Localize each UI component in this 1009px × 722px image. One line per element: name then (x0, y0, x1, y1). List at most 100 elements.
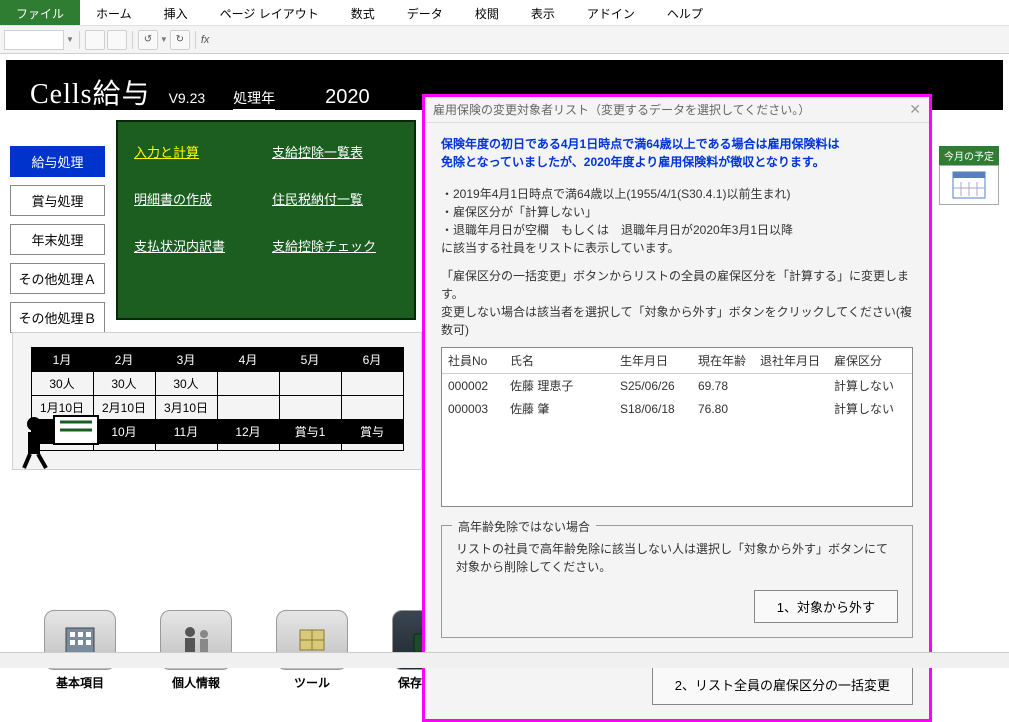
month-header: 12月 (217, 420, 279, 444)
menu-view[interactable]: 表示 (515, 0, 571, 25)
icon-label: 基本項目 (40, 674, 120, 691)
menu-formula[interactable]: 数式 (335, 0, 391, 25)
col-emp-no: 社員No (442, 348, 504, 374)
toolbar-btn-b[interactable] (107, 30, 127, 50)
bulk-change-button[interactable]: 2、リスト全員の雇保区分の一括変更 (652, 664, 913, 705)
table-row[interactable]: 000002 佐藤 理恵子 S25/06/26 69.78 計算しない (442, 374, 912, 398)
close-icon[interactable]: ✕ (909, 101, 921, 118)
group-not-exempt: 高年齢免除ではない場合 リストの社員で高年齢免除に該当しない人は選択し「対象から… (441, 525, 913, 638)
col-birth: 生年月日 (614, 348, 692, 374)
schedule-title: 今月の予定 (939, 146, 999, 165)
month-header: 10月 (93, 420, 155, 444)
cell-age: 69.78 (692, 374, 754, 398)
dialog-title: 雇用保険の変更対象者リスト（変更するデータを選択してください。） (433, 101, 810, 118)
menu-file[interactable]: ファイル (0, 0, 80, 25)
toolbar-btn-c[interactable]: ↺ (138, 30, 158, 50)
instr-line: 変更しない場合は該当者を選択して「対象から外す」ボタンをクリックしてください(複… (441, 303, 913, 339)
cell-kubun: 計算しない (828, 397, 912, 420)
year-label: 処理年 (233, 88, 275, 111)
table-row[interactable]: 000003 佐藤 肇 S18/06/18 76.80 計算しない (442, 397, 912, 420)
cal-cell[interactable] (217, 444, 279, 451)
toolbar: ▼ ↺ ▼ ↻ fx (0, 26, 1009, 54)
toolbar-btn-a[interactable] (85, 30, 105, 50)
dialog-instructions: 「雇保区分の一括変更」ボタンからリストの全員の雇保区分を「計算する」に変更します… (441, 267, 913, 339)
month-header: 2月 (93, 348, 155, 372)
col-age: 現在年齢 (692, 348, 754, 374)
cal-cell[interactable]: 3月10日 (155, 396, 217, 420)
menu-data[interactable]: データ (391, 0, 459, 25)
horizontal-scrollbar[interactable] (0, 652, 1009, 668)
bullet: に該当する社員をリストに表示しています。 (441, 239, 913, 257)
link-resident-tax[interactable]: 住民税納付一覧 (272, 189, 398, 208)
schedule-widget[interactable]: 今月の予定 (939, 146, 999, 205)
cal-cell[interactable]: 30人 (155, 372, 217, 396)
cell-age: 76.80 (692, 397, 754, 420)
app-title: Cells給与 (30, 72, 151, 112)
col-retire: 退社年月日 (754, 348, 828, 374)
presentation-icon (20, 410, 100, 470)
bottom-icons: 基本項目 個人情報 ツール 保存データ (40, 610, 468, 691)
cell-name: 佐藤 肇 (504, 397, 614, 420)
menu-help[interactable]: ヘルプ (651, 0, 719, 25)
name-box-dropdown-icon[interactable]: ▼ (66, 35, 74, 44)
menu-page-layout[interactable]: ページ レイアウト (204, 0, 335, 25)
link-input-calc[interactable]: 入力と計算 (134, 142, 260, 161)
icon-personal-info[interactable]: 個人情報 (156, 610, 236, 691)
app-version: V9.23 (169, 90, 206, 106)
month-header: 4月 (217, 348, 279, 372)
bullet: ・2019年4月1日時点で満64歳以上(1955/4/1(S30.4.1)以前生… (441, 185, 913, 203)
cell-retire (754, 374, 828, 398)
cal-cell[interactable] (217, 372, 279, 396)
cell-birth: S18/06/18 (614, 397, 692, 420)
month-header: 1月 (31, 348, 93, 372)
cal-cell[interactable] (279, 396, 341, 420)
icon-label: 個人情報 (156, 674, 236, 691)
group-legend: 高年齢免除ではない場合 (452, 518, 596, 535)
cell-retire (754, 397, 828, 420)
col-name: 氏名 (504, 348, 614, 374)
dropdown-icon[interactable]: ▼ (160, 35, 168, 44)
bullet: ・雇保区分が「計算しない」 (441, 203, 913, 221)
menu-review[interactable]: 校閲 (459, 0, 515, 25)
cal-cell[interactable] (341, 372, 403, 396)
link-deduction-check[interactable]: 支給控除チェック (272, 236, 398, 255)
notice-line: 免除となっていましたが、2020年度より雇用保険料が徴収となります。 (441, 155, 825, 169)
year-value: 2020 (325, 86, 410, 112)
cal-cell[interactable] (93, 444, 155, 451)
group-text: リストの社員で高年齢免除に該当しない人は選択し「対象から外す」ボタンにて対象から… (456, 540, 898, 576)
cal-cell[interactable]: 30人 (93, 372, 155, 396)
month-header: 6月 (341, 348, 403, 372)
menu-addin[interactable]: アドイン (571, 0, 651, 25)
instr-line: 「雇保区分の一括変更」ボタンからリストの全員の雇保区分を「計算する」に変更します… (441, 267, 913, 303)
name-box[interactable] (4, 30, 64, 50)
menu-insert[interactable]: 挿入 (148, 0, 204, 25)
menu-home[interactable]: ホーム (80, 0, 148, 25)
icon-tools[interactable]: ツール (272, 610, 352, 691)
cal-cell[interactable] (279, 372, 341, 396)
cell-name: 佐藤 理恵子 (504, 374, 614, 398)
dialog-notice: 保険年度の初日である4月1日時点で満64歳以上である場合は雇用保険料は 免除とな… (441, 135, 913, 171)
cell-birth: S25/06/26 (614, 374, 692, 398)
cal-cell[interactable] (341, 396, 403, 420)
cal-cell[interactable]: 30人 (31, 372, 93, 396)
toolbar-btn-d[interactable]: ↻ (170, 30, 190, 50)
link-statement[interactable]: 明細書の作成 (134, 189, 260, 208)
cal-cell[interactable] (341, 444, 403, 451)
cell-kubun: 計算しない (828, 374, 912, 398)
cal-cell[interactable] (217, 396, 279, 420)
cal-cell[interactable]: 2月10日 (93, 396, 155, 420)
icon-basic-items[interactable]: 基本項目 (40, 610, 120, 691)
link-payment-list[interactable]: 支給控除一覧表 (272, 142, 398, 161)
exclude-button[interactable]: 1、対象から外す (754, 590, 898, 623)
icon-label: ツール (272, 674, 352, 691)
cal-cell[interactable] (155, 444, 217, 451)
month-header: 賞与1 (279, 420, 341, 444)
link-pay-status[interactable]: 支払状況内訳書 (134, 236, 260, 255)
cal-cell[interactable] (279, 444, 341, 451)
green-panel: 入力と計算 支給控除一覧表 明細書の作成 住民税納付一覧 支払状況内訳書 支給控… (116, 120, 416, 320)
fx-label: fx (201, 34, 210, 46)
employee-list[interactable]: 社員No 氏名 生年月日 現在年齢 退社年月日 雇保区分 000002 佐藤 理… (441, 347, 913, 507)
month-header: 賞与 (341, 420, 403, 444)
month-header: 11月 (155, 420, 217, 444)
month-header: 3月 (155, 348, 217, 372)
